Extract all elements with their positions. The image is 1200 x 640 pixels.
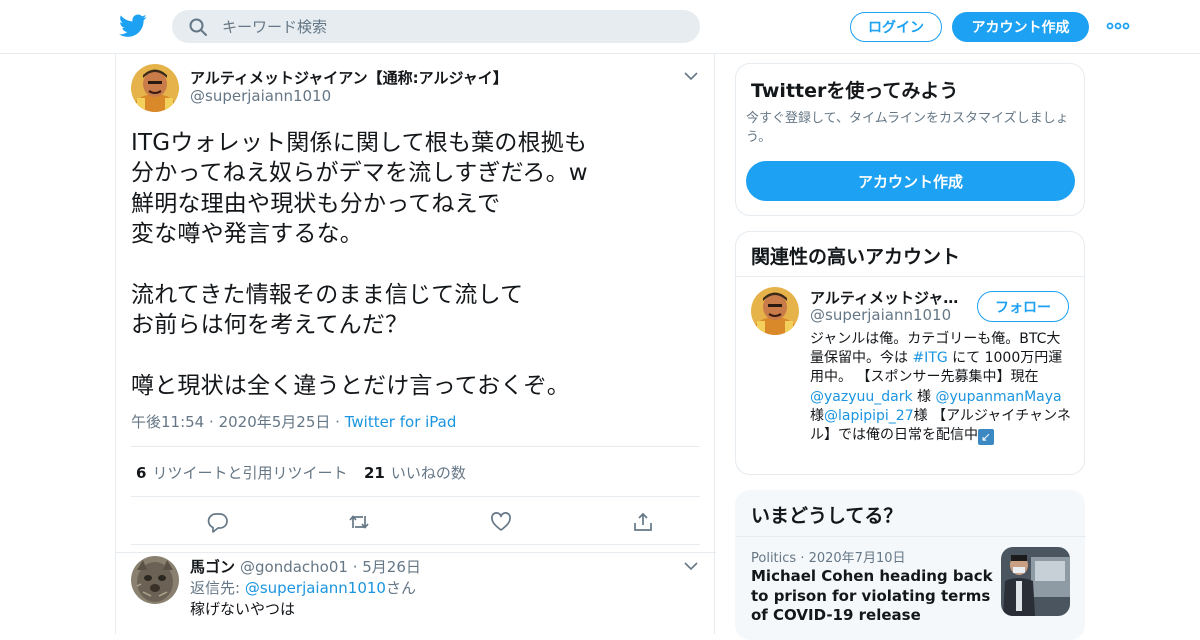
trend-category: Politics (751, 551, 797, 566)
more-options-icon[interactable] (1106, 18, 1130, 34)
reply-author-name[interactable]: 馬ゴン (190, 556, 235, 577)
tweet-time[interactable]: 午後11:54 (131, 413, 204, 431)
trend-thumbnail[interactable] (1001, 547, 1070, 616)
arrow-down-left-icon: ↙ (978, 429, 994, 446)
separator-dot: · (209, 413, 219, 431)
hashtag-link[interactable]: #ITG (912, 350, 947, 366)
retweet-stat[interactable]: 6 リツイートと引用リツイート (136, 462, 347, 483)
reply-to-suffix: さん (385, 579, 416, 597)
signup-button[interactable]: アカウント作成 (952, 12, 1089, 42)
trend-thumbnail-image (1001, 547, 1070, 616)
related-account-name[interactable]: アルティメットジャイアン【通称:アルジャイ】 (810, 287, 970, 308)
retweet-count: 6 (136, 464, 147, 482)
bio-text: 様 (912, 388, 936, 405)
tweet-actions (131, 497, 700, 545)
mention-link[interactable]: @yazyuu_dark (810, 389, 913, 405)
mention-link[interactable]: @yupanmanMaya (935, 389, 1061, 405)
follow-button[interactable]: フォロー (977, 291, 1069, 322)
tweet-stats: 6 リツイートと引用リツイート 21 いいねの数 (131, 446, 700, 497)
author-name[interactable]: アルティメットジャイアン【通称:アルジャイ】 (190, 67, 508, 88)
reply-to: 返信先: @superjaiann1010さん (190, 577, 416, 598)
chevron-down-icon[interactable] (684, 561, 698, 571)
trend-meta: Politics · 2020年7月10日 (751, 547, 906, 566)
separator-dot: · (800, 551, 809, 566)
search-box[interactable] (172, 10, 700, 43)
related-account-handle[interactable]: @superjaiann1010 (810, 306, 951, 324)
signup-card-title: Twitterを使ってみよう (751, 80, 959, 102)
trends-card: いまどうしてる？ Politics · 2020年7月10日 Michael C… (735, 490, 1086, 640)
search-input[interactable] (222, 10, 682, 43)
author-handle[interactable]: @superjaiann1010 (190, 87, 331, 105)
like-icon[interactable] (490, 511, 512, 533)
reply-to-prefix: 返信先: (190, 579, 245, 597)
avatar-image (131, 64, 179, 112)
tweet-source-link[interactable]: Twitter for iPad (345, 413, 457, 431)
signup-card-subtitle: 今すぐ登録して、タイムラインをカスタマイズしましょう。 (746, 111, 1069, 145)
reply-text: 稼げないやつは (190, 600, 296, 618)
signup-card-button[interactable]: アカウント作成 (746, 161, 1075, 201)
like-count: 21 (364, 464, 385, 482)
reply-date[interactable]: 5月26日 (362, 558, 421, 576)
avatar-image (751, 287, 799, 335)
share-icon[interactable] (632, 511, 654, 533)
like-stat[interactable]: 21 いいねの数 (364, 462, 466, 483)
search-icon (189, 18, 207, 36)
top-navigation-bar: ログイン アカウント作成 (0, 0, 1200, 54)
trends-title: いまどうしてる？ (736, 491, 1086, 537)
tweet-column: アルティメットジャイアン【通称:アルジャイ】 @superjaiann1010 … (115, 54, 716, 634)
tweet-text: ITGウォレット関係に関して根も葉の根拠も 分かってねえ奴らがデマを流しすぎだろ… (131, 130, 588, 400)
avatar[interactable] (131, 556, 179, 604)
avatar[interactable] (131, 64, 179, 112)
reply-icon[interactable] (207, 511, 229, 533)
avatar[interactable] (751, 287, 799, 335)
reply-to-handle[interactable]: @superjaiann1010 (245, 579, 386, 597)
separator-dot: · (335, 413, 345, 431)
retweet-label: リツイートと引用リツイート (152, 464, 348, 482)
chevron-down-icon[interactable] (684, 71, 698, 81)
twitter-bird-icon[interactable] (119, 13, 147, 39)
separator-dot: · (352, 558, 363, 576)
bio-text: 様 (810, 407, 824, 424)
related-accounts-card: 関連性の高いアカウント アルティメットジャイアン【通称:アルジャイ】 @supe… (735, 231, 1085, 475)
reply-author-handle[interactable]: @gondacho01 (240, 558, 348, 576)
signup-card: Twitterを使ってみよう 今すぐ登録して、タイムラインをカスタマイズしましょ… (735, 63, 1085, 216)
tweet-date[interactable]: 2020年5月25日 (219, 413, 331, 431)
trend-date: 2020年7月10日 (808, 551, 906, 566)
tweet-timestamp: 午後11:54 · 2020年5月25日 · Twitter for iPad (131, 411, 456, 432)
retweet-icon[interactable] (348, 511, 370, 533)
reply-author-meta: @gondacho01 · 5月26日 (240, 556, 421, 577)
related-accounts-title: 関連性の高いアカウント (736, 232, 1084, 277)
mention-link[interactable]: @lapipipi_27 (824, 408, 914, 424)
reply-divider (116, 545, 716, 553)
trend-headline[interactable]: Michael Cohen heading back to prison for… (751, 567, 996, 626)
login-button[interactable]: ログイン (850, 12, 942, 42)
like-label: いいねの数 (390, 464, 466, 482)
avatar-image (131, 556, 179, 604)
related-account-bio: ジャンルは俺。カテゴリーも俺。BTC大量保留中。今は #ITG にて 1000万… (810, 330, 1072, 446)
